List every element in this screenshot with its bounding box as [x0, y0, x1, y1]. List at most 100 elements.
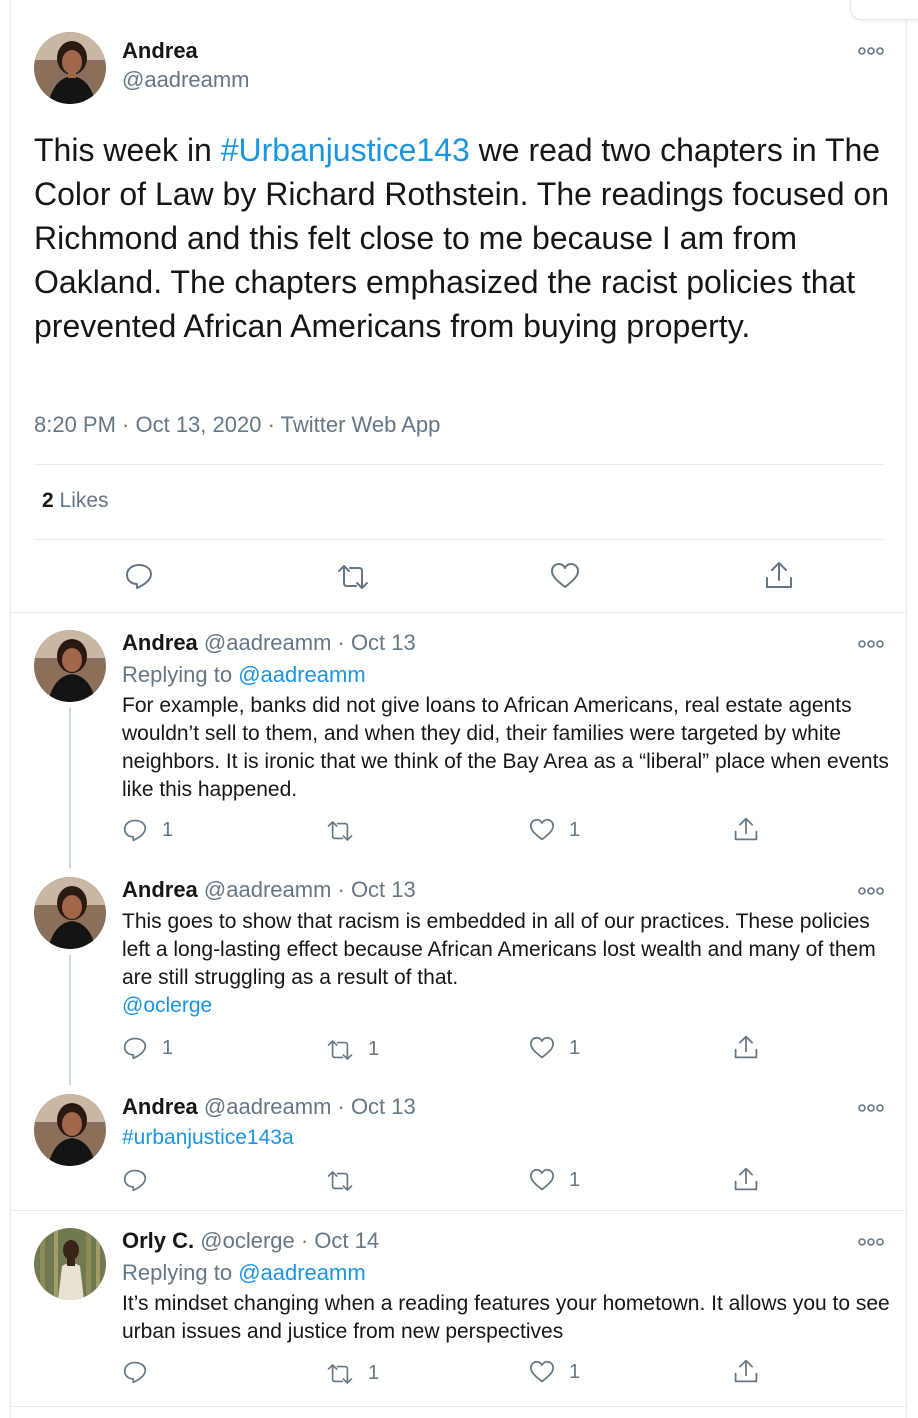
- reply-text: It’s mindset changing when a reading fea…: [122, 1292, 890, 1343]
- reply-hashtag-block: #urbanjustice143a: [122, 1124, 892, 1152]
- tweet-text: This week in #Urbanjustice143 we read tw…: [34, 128, 894, 348]
- avatar[interactable]: [34, 1228, 106, 1300]
- retweet-count: 1: [368, 1362, 380, 1384]
- replying-to-handle[interactable]: @aadreamm: [238, 1260, 366, 1285]
- column-border-right: [906, 0, 907, 1418]
- retweet-button[interactable]: 1: [326, 1038, 379, 1061]
- avatar[interactable]: [34, 32, 106, 104]
- like-icon: [529, 818, 554, 841]
- more-icon[interactable]: [858, 886, 884, 896]
- reply-header: Orly C. @oclerge · Oct 14: [122, 1228, 379, 1254]
- thread-connector: [69, 708, 71, 868]
- reply-button[interactable]: [124, 562, 154, 590]
- retweet-button[interactable]: [326, 1170, 368, 1192]
- like-icon: [529, 1360, 554, 1383]
- reply-header: Andrea @aadreamm · Oct 13: [122, 877, 416, 903]
- reply-icon: [123, 1361, 147, 1384]
- reply-count: 1: [162, 1036, 174, 1059]
- mention-link[interactable]: @oclerge: [122, 994, 212, 1017]
- divider: [10, 1406, 906, 1407]
- hashtag-link[interactable]: #Urbanjustice143: [221, 132, 470, 168]
- more-icon[interactable]: [858, 1103, 884, 1113]
- replying-to: Replying to @aadreamm: [122, 1260, 366, 1286]
- reply-icon: [126, 564, 152, 589]
- reply-header: Andrea @aadreamm · Oct 13: [122, 1094, 416, 1120]
- retweet-icon: [327, 1039, 353, 1060]
- reply-author-name[interactable]: Orly C.: [122, 1228, 194, 1253]
- author-name[interactable]: Andrea: [122, 38, 198, 64]
- reply-text: For example, banks did not give loans to…: [122, 694, 889, 801]
- reply-icon: [123, 1037, 147, 1060]
- reply-text-block: This goes to show that racism is embedde…: [122, 908, 892, 1020]
- replying-to: Replying to @aadreamm: [122, 662, 366, 688]
- top-corner-panel: [850, 0, 918, 20]
- reply-handle-date[interactable]: @aadreamm · Oct 13: [198, 877, 416, 902]
- share-button[interactable]: [733, 1166, 759, 1192]
- retweet-icon: [327, 1171, 353, 1191]
- author-handle[interactable]: @aadreamm: [122, 67, 250, 93]
- share-button[interactable]: [733, 1034, 759, 1060]
- likes-label: Likes: [53, 489, 109, 512]
- more-icon[interactable]: [858, 1237, 884, 1247]
- hashtag-link[interactable]: #urbanjustice143a: [122, 1126, 294, 1149]
- replying-to-handle[interactable]: @aadreamm: [238, 662, 366, 687]
- like-count: 1: [569, 818, 581, 841]
- retweet-icon: [327, 1363, 353, 1384]
- share-button[interactable]: [733, 816, 759, 842]
- retweet-count: 1: [368, 1038, 380, 1060]
- like-button[interactable]: [550, 562, 580, 590]
- share-icon: [734, 1167, 758, 1191]
- like-count: 1: [569, 1360, 581, 1383]
- reply-button[interactable]: 1: [122, 1036, 173, 1060]
- tweet-thread-page: Andrea @aadreamm This week in #Urbanjust…: [0, 0, 918, 1418]
- likes-count[interactable]: 2 Likes: [42, 489, 109, 513]
- share-icon: [734, 1359, 758, 1383]
- retweet-icon: [338, 565, 368, 589]
- likes-number: 2: [42, 489, 54, 512]
- more-icon[interactable]: [858, 46, 884, 56]
- reply-icon: [123, 1169, 147, 1192]
- reply-handle-date[interactable]: @oclerge · Oct 14: [194, 1228, 379, 1253]
- reply-icon: [123, 819, 147, 842]
- share-button[interactable]: [733, 1358, 759, 1384]
- retweet-button[interactable]: [336, 564, 370, 590]
- reply-button[interactable]: 1: [122, 818, 173, 842]
- thread-connector: [69, 955, 71, 1085]
- avatar[interactable]: [34, 1094, 106, 1166]
- retweet-icon: [327, 821, 353, 841]
- retweet-button[interactable]: 1: [326, 1362, 379, 1385]
- share-button[interactable]: [764, 560, 794, 590]
- share-icon: [734, 817, 758, 841]
- like-count: 1: [569, 1036, 581, 1059]
- reply-author-name[interactable]: Andrea: [122, 630, 198, 655]
- reply-count: 1: [162, 818, 174, 841]
- reply-author-name[interactable]: Andrea: [122, 877, 198, 902]
- reply-author-name[interactable]: Andrea: [122, 1094, 198, 1119]
- more-icon[interactable]: [858, 639, 884, 649]
- share-icon: [734, 1035, 758, 1059]
- reply-button[interactable]: [122, 1168, 162, 1192]
- avatar[interactable]: [34, 877, 106, 949]
- reply-handle-date[interactable]: @aadreamm · Oct 13: [198, 630, 416, 655]
- like-button[interactable]: 1: [529, 1168, 580, 1192]
- tweet-text-prefix: This week in: [34, 132, 221, 168]
- retweet-button[interactable]: [326, 820, 368, 842]
- reply-handle-date[interactable]: @aadreamm · Oct 13: [198, 1094, 416, 1119]
- like-count: 1: [569, 1168, 581, 1191]
- replying-to-label: Replying to: [122, 1260, 239, 1285]
- divider: [34, 539, 884, 540]
- like-button[interactable]: 1: [529, 1360, 580, 1384]
- tweet-timestamp[interactable]: 8:20 PM · Oct 13, 2020 · Twitter Web App: [34, 412, 440, 438]
- reply-button[interactable]: [122, 1360, 162, 1384]
- avatar[interactable]: [34, 630, 106, 702]
- reply-text: This goes to show that racism is embedde…: [122, 910, 876, 989]
- like-button[interactable]: 1: [529, 1036, 580, 1060]
- column-border-left: [10, 0, 11, 1418]
- replying-to-label: Replying to: [122, 662, 239, 687]
- like-button[interactable]: 1: [529, 818, 580, 842]
- like-icon: [529, 1036, 554, 1059]
- reply-header: Andrea @aadreamm · Oct 13: [122, 630, 416, 656]
- like-icon: [529, 1168, 554, 1191]
- divider: [10, 1210, 906, 1211]
- like-icon: [551, 563, 579, 588]
